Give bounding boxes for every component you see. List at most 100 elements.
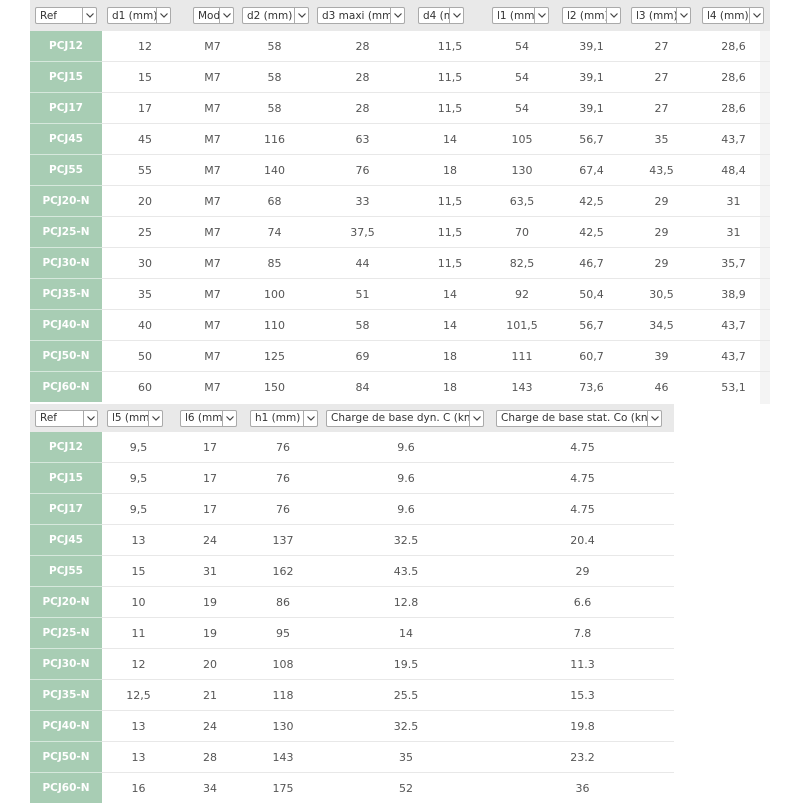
table-row: PCJ40-N40M71105814101,556,734,543,7 xyxy=(30,310,770,341)
table-cell: 105 xyxy=(487,124,557,155)
filter-select-label: l1 (mm) xyxy=(497,10,534,22)
table-cell: 27 xyxy=(626,93,697,124)
filter-select-d4-mm[interactable]: d4 (mm) xyxy=(418,7,464,24)
table-cell: 24 xyxy=(175,525,245,556)
table-cell: 63,5 xyxy=(487,186,557,217)
chevron-down-icon[interactable] xyxy=(647,411,661,426)
table-cell: M7 xyxy=(188,248,237,279)
column-header-h1-mm: h1 (mm) xyxy=(245,404,321,432)
filter-select-ref[interactable]: Ref xyxy=(35,410,98,427)
table-cell: M7 xyxy=(188,372,237,403)
filter-select-ref[interactable]: Ref xyxy=(35,7,97,24)
filter-select-label: Ref xyxy=(40,10,57,22)
filter-select-l3-mm[interactable]: l3 (mm) xyxy=(631,7,691,24)
table-cell: 53,1 xyxy=(697,372,770,403)
table-cell: 137 xyxy=(245,525,321,556)
table-cell: 24 xyxy=(175,711,245,742)
table-cell: M7 xyxy=(188,62,237,93)
table-cell: 35 xyxy=(626,124,697,155)
table-row: PCJ25-N25M77437,511,57042,52931 xyxy=(30,217,770,248)
table-cell: 58 xyxy=(312,310,413,341)
ref-cell: PCJ25-N xyxy=(30,217,102,248)
filter-select-mod[interactable]: Mod xyxy=(193,7,234,24)
table-cell: 17 xyxy=(175,463,245,494)
table-row: PCJ35-N12,52111825.515.3 xyxy=(30,680,674,711)
chevron-down-icon[interactable] xyxy=(676,8,690,23)
table-row: PCJ50-N13281433523.2 xyxy=(30,742,674,773)
ref-cell: PCJ60-N xyxy=(30,372,102,403)
filter-select-d3-maxi-mm[interactable]: d3 maxi (mm) xyxy=(317,7,405,24)
chevron-down-icon[interactable] xyxy=(83,411,97,426)
table-cell: 46,7 xyxy=(557,248,626,279)
table-cell: 44 xyxy=(312,248,413,279)
chevron-down-icon[interactable] xyxy=(82,8,96,23)
filter-select-label: d4 (mm) xyxy=(423,10,449,22)
ref-cell: PCJ25-N xyxy=(30,618,102,649)
table-cell: 70 xyxy=(487,217,557,248)
filter-select-label: l2 (mm) xyxy=(567,10,606,22)
chevron-down-icon[interactable] xyxy=(749,8,763,23)
loads-table: Ref l5 (mm) l6 (mm) h1 (mm) Charge de base d… xyxy=(30,404,674,803)
table-cell: 15.3 xyxy=(491,680,674,711)
table-cell: 4.75 xyxy=(491,494,674,525)
chevron-down-icon[interactable] xyxy=(294,8,308,23)
chevron-down-icon[interactable] xyxy=(148,411,162,426)
table-cell: 43,7 xyxy=(697,341,770,372)
table-cell: 12 xyxy=(102,649,175,680)
table-cell: M7 xyxy=(188,124,237,155)
table-cell: 17 xyxy=(175,432,245,463)
ref-cell: PCJ12 xyxy=(30,432,102,463)
table-cell: 69 xyxy=(312,341,413,372)
table-cell: 43,7 xyxy=(697,310,770,341)
filter-select-label: Ref xyxy=(40,412,57,424)
filter-select-l4-mm[interactable]: l4 (mm) xyxy=(702,7,764,24)
chevron-down-icon[interactable] xyxy=(469,411,483,426)
table-cell: 56,7 xyxy=(557,124,626,155)
filter-select-d1-mm[interactable]: d1 (mm) xyxy=(107,7,171,24)
table-cell: 50 xyxy=(102,341,188,372)
chevron-down-icon[interactable] xyxy=(219,8,233,23)
column-header-l4-mm: l4 (mm) xyxy=(697,0,770,31)
filter-select-label: l4 (mm) xyxy=(707,10,749,22)
filter-select-charge-de-base-dyn-c-kn[interactable]: Charge de base dyn. C (kn) xyxy=(326,410,484,427)
filter-select-label: Mod xyxy=(198,10,219,22)
filter-select-l1-mm[interactable]: l1 (mm) xyxy=(492,7,549,24)
table-cell: 17 xyxy=(175,494,245,525)
chevron-down-icon[interactable] xyxy=(606,8,620,23)
table-cell: 19.5 xyxy=(321,649,491,680)
table-cell: 35 xyxy=(321,742,491,773)
chevron-down-icon[interactable] xyxy=(156,8,170,23)
chevron-down-icon[interactable] xyxy=(534,8,548,23)
chevron-down-icon[interactable] xyxy=(222,411,236,426)
table-cell: 58 xyxy=(237,93,312,124)
table-cell: 28 xyxy=(312,93,413,124)
table-cell: 14 xyxy=(321,618,491,649)
table-cell: 162 xyxy=(245,556,321,587)
table-cell: 14 xyxy=(413,279,487,310)
filter-select-h1-mm[interactable]: h1 (mm) xyxy=(250,410,318,427)
filter-select-label: l5 (mm) xyxy=(112,412,148,424)
filter-select-charge-de-base-stat-co-kn[interactable]: Charge de base stat. Co (kn) xyxy=(496,410,662,427)
table-cell: 130 xyxy=(487,155,557,186)
table-cell: 76 xyxy=(312,155,413,186)
filter-select-l6-mm[interactable]: l6 (mm) xyxy=(180,410,237,427)
table-cell: 9.6 xyxy=(321,432,491,463)
filter-select-l5-mm[interactable]: l5 (mm) xyxy=(107,410,163,427)
chevron-down-icon[interactable] xyxy=(303,411,317,426)
ref-cell: PCJ30-N xyxy=(30,649,102,680)
table-cell: 12,5 xyxy=(102,680,175,711)
table-row: PCJ1515M7582811,55439,12728,6 xyxy=(30,62,770,93)
table-cell: 143 xyxy=(487,372,557,403)
chevron-down-icon[interactable] xyxy=(390,8,404,23)
table-cell: 11,5 xyxy=(413,62,487,93)
column-header-l6-mm: l6 (mm) xyxy=(175,404,245,432)
table-cell: 95 xyxy=(245,618,321,649)
table-cell: 50,4 xyxy=(557,279,626,310)
filter-select-d2-mm[interactable]: d2 (mm) xyxy=(242,7,309,24)
table-cell: 28,6 xyxy=(697,62,770,93)
filter-select-l2-mm[interactable]: l2 (mm) xyxy=(562,7,621,24)
table-cell: 11,5 xyxy=(413,186,487,217)
table-cell: 130 xyxy=(245,711,321,742)
chevron-down-icon[interactable] xyxy=(449,8,463,23)
table-row: PCJ4545M7116631410556,73543,7 xyxy=(30,124,770,155)
